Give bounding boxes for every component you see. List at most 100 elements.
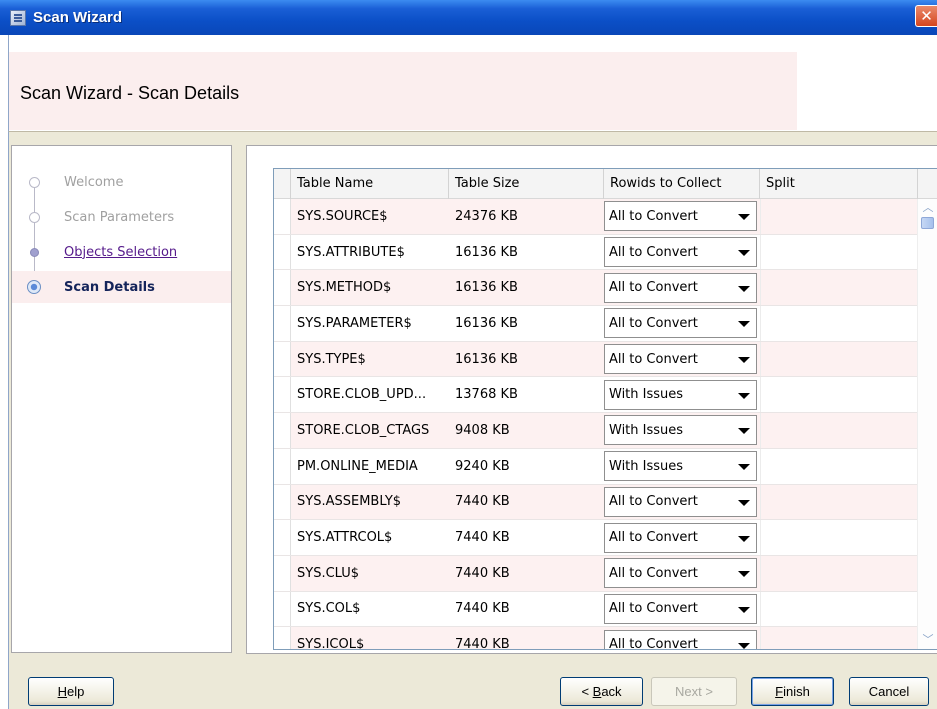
finish-mnemonic: F xyxy=(775,684,784,699)
rowids-select[interactable]: All to Convert xyxy=(604,629,757,649)
chevron-down-icon[interactable] xyxy=(738,606,750,613)
scan-details-table: Table Name Table Size Rowids to Collect … xyxy=(273,168,937,650)
rowids-cell: All to Convert xyxy=(604,199,760,234)
chevron-down-icon[interactable] xyxy=(738,321,750,328)
rowids-select-value: With Issues xyxy=(609,458,684,474)
split-cell[interactable] xyxy=(760,555,918,591)
scroll-up-icon[interactable]: ︿ xyxy=(921,201,935,215)
table-row[interactable]: SYS.CLU$ 7440 KB All to Convert xyxy=(274,555,918,592)
table-size-cell: 16136 KB xyxy=(455,280,518,296)
help-label: elp xyxy=(67,684,85,699)
table-row[interactable]: SYS.PARAMETER$ 16136 KB All to Convert xyxy=(274,306,918,342)
table-row[interactable]: SYS.TYPE$ 16136 KB All to Convert xyxy=(274,341,918,378)
split-cell[interactable] xyxy=(760,306,918,341)
chevron-down-icon[interactable] xyxy=(738,357,750,364)
table-row[interactable]: SYS.ATTRCOL$ 7440 KB All to Convert xyxy=(274,520,918,556)
table-size-cell: 7440 KB xyxy=(455,601,510,617)
rowids-select[interactable]: All to Convert xyxy=(604,522,757,553)
split-cell[interactable] xyxy=(760,377,918,413)
rowids-select-value: All to Convert xyxy=(609,565,698,581)
scroll-down-icon[interactable]: ﹀ xyxy=(921,633,935,647)
table-header: Table Name Table Size Rowids to Collect … xyxy=(274,169,937,199)
split-cell[interactable] xyxy=(760,341,918,377)
table-row[interactable]: SYS.COL$ 7440 KB All to Convert xyxy=(274,591,918,628)
help-button[interactable]: Help xyxy=(28,677,114,706)
close-icon[interactable]: ✕ xyxy=(915,5,937,27)
table-row[interactable]: PM.ONLINE_MEDIA 9240 KB With Issues xyxy=(274,448,918,485)
split-cell[interactable] xyxy=(760,448,918,484)
column-header[interactable]: Split xyxy=(760,169,918,199)
table-size-cell: 9240 KB xyxy=(455,458,510,474)
split-cell[interactable] xyxy=(760,413,918,448)
vertical-scrollbar[interactable]: ︿ ﹀ xyxy=(917,199,937,649)
split-cell[interactable] xyxy=(760,270,918,306)
table-row[interactable]: SYS.ATTRIBUTE$ 16136 KB All to Convert xyxy=(274,234,918,271)
chevron-down-icon[interactable] xyxy=(738,428,750,435)
rowids-select[interactable]: All to Convert xyxy=(604,486,757,517)
chevron-down-icon[interactable] xyxy=(738,285,750,292)
rowids-cell: With Issues xyxy=(604,377,760,412)
rowids-select[interactable]: All to Convert xyxy=(604,237,757,268)
table-size-cell: 7440 KB xyxy=(455,494,510,510)
rowids-select-value: All to Convert xyxy=(609,244,698,260)
column-header[interactable]: Table Name xyxy=(291,169,449,199)
split-cell[interactable] xyxy=(760,484,918,520)
rowids-select[interactable]: All to Convert xyxy=(604,344,757,375)
step-dot-icon xyxy=(30,247,39,257)
rowids-select[interactable]: With Issues xyxy=(604,379,757,410)
table-size-cell: 7440 KB xyxy=(455,637,510,650)
table-row[interactable]: STORE.CLOB_CTAGS 9408 KB With Issues xyxy=(274,413,918,449)
rowids-select[interactable]: All to Convert xyxy=(604,201,757,232)
row-header xyxy=(274,555,291,591)
chevron-down-icon[interactable] xyxy=(738,642,750,649)
chevron-down-icon[interactable] xyxy=(738,464,750,471)
table-row[interactable]: SYS.METHOD$ 16136 KB All to Convert xyxy=(274,270,918,307)
rowids-select-value: All to Convert xyxy=(609,530,698,546)
chevron-down-icon[interactable] xyxy=(738,392,750,399)
chevron-down-icon[interactable] xyxy=(738,250,750,257)
split-cell[interactable] xyxy=(760,627,918,649)
window-titlebar: Scan Wizard ✕ xyxy=(0,0,937,35)
cancel-button[interactable]: Cancel xyxy=(849,677,929,706)
split-cell[interactable] xyxy=(760,591,918,627)
rowids-select[interactable]: All to Convert xyxy=(604,558,757,589)
row-header xyxy=(274,306,291,341)
step-label[interactable]: Objects Selection xyxy=(64,245,177,260)
table-row[interactable]: STORE.CLOB_UPD... 13768 KB With Issues xyxy=(274,377,918,414)
rowids-cell: All to Convert xyxy=(604,592,760,627)
table-row[interactable]: SYS.SOURCE$ 24376 KB All to Convert xyxy=(274,199,918,235)
rowids-select-value: With Issues xyxy=(609,422,684,438)
chevron-down-icon[interactable] xyxy=(738,571,750,578)
row-header xyxy=(274,448,291,484)
split-cell[interactable] xyxy=(760,199,918,234)
row-header xyxy=(274,627,291,649)
scrollbar-thumb[interactable] xyxy=(921,217,934,229)
split-cell[interactable] xyxy=(760,234,918,270)
page-title: Scan Wizard - Scan Details xyxy=(20,83,240,103)
chevron-down-icon[interactable] xyxy=(738,499,750,506)
rowids-cell: All to Convert xyxy=(604,556,760,591)
table-row[interactable]: SYS.ASSEMBLY$ 7440 KB All to Convert xyxy=(274,484,918,521)
table-size-cell: 16136 KB xyxy=(455,315,518,331)
rowids-cell: With Issues xyxy=(604,449,760,484)
chevron-down-icon[interactable] xyxy=(738,214,750,221)
current-step-icon xyxy=(27,280,41,294)
wizard-header: Scan Wizard - Scan Details xyxy=(8,35,937,131)
table-name-cell: SYS.TYPE$ xyxy=(297,351,366,367)
rowids-select[interactable]: All to Convert xyxy=(604,272,757,303)
wizard-app-icon xyxy=(10,9,26,26)
back-button[interactable]: < Back xyxy=(560,677,643,706)
rowids-select[interactable]: All to Convert xyxy=(604,308,757,339)
table-row[interactable]: SYS.ICOL$ 7440 KB All to Convert xyxy=(274,627,918,650)
split-cell[interactable] xyxy=(760,520,918,555)
rowids-select[interactable]: All to Convert xyxy=(604,593,757,624)
step-objects-selection[interactable]: Objects Selection xyxy=(12,236,231,268)
rowids-cell: All to Convert xyxy=(604,342,760,377)
column-header[interactable]: Table Size xyxy=(449,169,604,199)
column-header[interactable]: Rowids to Collect xyxy=(604,169,760,199)
finish-button[interactable]: Finish xyxy=(751,677,834,706)
rowids-select[interactable]: With Issues xyxy=(604,451,757,482)
chevron-down-icon[interactable] xyxy=(738,535,750,542)
rowids-select[interactable]: With Issues xyxy=(604,415,757,446)
table-body: SYS.SOURCE$ 24376 KB All to Convert SYS.AT… xyxy=(274,199,918,650)
